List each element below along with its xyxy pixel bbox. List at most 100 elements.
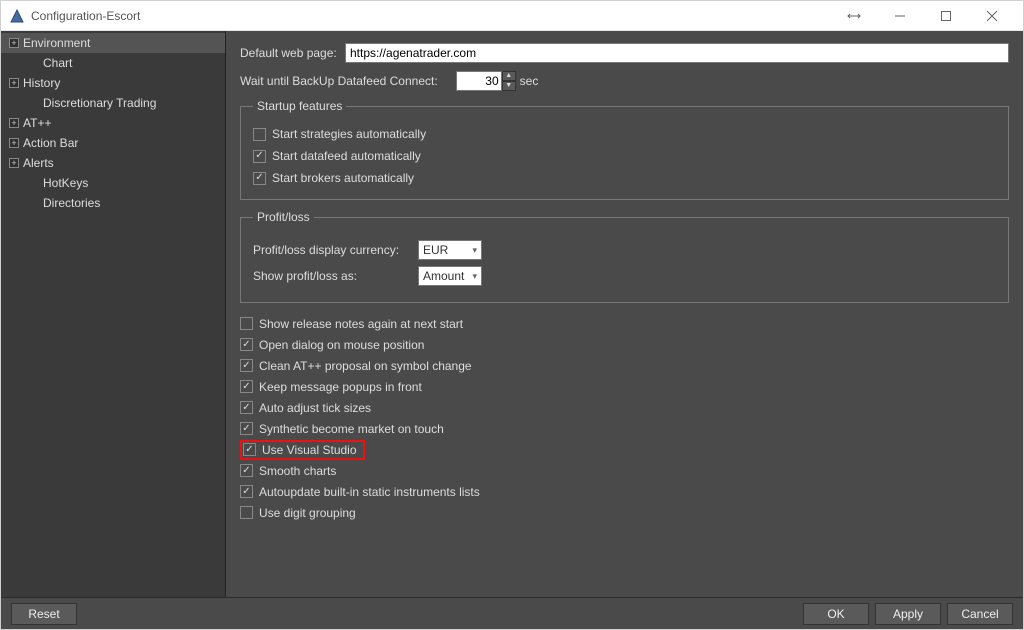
checkbox-label: Clean AT++ proposal on symbol change bbox=[259, 359, 472, 373]
checkbox[interactable] bbox=[240, 317, 253, 330]
tree-item-label: Action Bar bbox=[23, 136, 78, 150]
content-panel: Default web page: Wait until BackUp Data… bbox=[226, 31, 1023, 597]
wait-unit: sec bbox=[520, 74, 539, 88]
highlighted-option: Use Visual Studio bbox=[240, 440, 365, 460]
config-window: Configuration-Escort +Environment+Chart+… bbox=[0, 0, 1024, 630]
minimize-button[interactable] bbox=[877, 1, 923, 31]
option-row: Show release notes again at next start bbox=[240, 313, 1009, 334]
startup-fieldset: Startup features Start strategies automa… bbox=[240, 99, 1009, 200]
tree-item-chart[interactable]: +Chart bbox=[1, 53, 225, 73]
spin-up-icon[interactable]: ▲ bbox=[502, 71, 516, 81]
checkbox[interactable] bbox=[240, 338, 253, 351]
nav-tree: +Environment+Chart+History+Discretionary… bbox=[1, 31, 226, 597]
profitloss-fieldset: Profit/loss Profit/loss display currency… bbox=[240, 210, 1009, 303]
window-body: +Environment+Chart+History+Discretionary… bbox=[1, 31, 1023, 597]
chevron-down-icon: ▾ bbox=[472, 245, 477, 256]
tree-item-environment[interactable]: + Environment bbox=[1, 33, 225, 53]
resize-icon[interactable] bbox=[831, 1, 877, 31]
close-button[interactable] bbox=[969, 1, 1015, 31]
option-row: Open dialog on mouse position bbox=[240, 334, 1009, 355]
checkbox-label: Smooth charts bbox=[259, 464, 336, 478]
tree-item-hotkeys[interactable]: +HotKeys bbox=[1, 173, 225, 193]
option-row: Synthetic become market on touch bbox=[240, 418, 1009, 439]
checkbox-label: Auto adjust tick sizes bbox=[259, 401, 371, 415]
wait-label: Wait until BackUp Datafeed Connect: bbox=[240, 74, 438, 88]
pl-currency-value: EUR bbox=[423, 243, 448, 257]
chevron-down-icon: ▾ bbox=[472, 271, 477, 282]
tree-item-label: Discretionary Trading bbox=[43, 96, 156, 110]
startup-option: Start strategies automatically bbox=[253, 123, 996, 145]
checkbox[interactable] bbox=[240, 422, 253, 435]
tree-expander-icon[interactable]: + bbox=[9, 78, 19, 88]
reset-button[interactable]: Reset bbox=[11, 603, 77, 625]
wait-input[interactable] bbox=[456, 71, 502, 91]
option-row: Use digit grouping bbox=[240, 502, 1009, 523]
checkbox[interactable] bbox=[240, 485, 253, 498]
wait-row: Wait until BackUp Datafeed Connect: ▲ ▼ … bbox=[240, 71, 1009, 91]
window-title: Configuration-Escort bbox=[31, 9, 140, 23]
tree-item-label: History bbox=[23, 76, 60, 90]
pl-currency-label: Profit/loss display currency: bbox=[253, 243, 418, 257]
startup-legend: Startup features bbox=[253, 99, 346, 113]
checkbox[interactable] bbox=[253, 172, 266, 185]
apply-button[interactable]: Apply bbox=[875, 603, 941, 625]
checkbox-label: Start strategies automatically bbox=[272, 127, 426, 141]
checkbox[interactable] bbox=[240, 401, 253, 414]
default-web-label: Default web page: bbox=[240, 46, 345, 60]
option-row: Smooth charts bbox=[240, 460, 1009, 481]
tree-expander-icon[interactable]: + bbox=[9, 158, 19, 168]
checkbox-label: Use Visual Studio bbox=[262, 443, 357, 457]
option-row: Keep message popups in front bbox=[240, 376, 1009, 397]
pl-currency-select[interactable]: EUR ▾ bbox=[418, 240, 482, 260]
checkbox[interactable] bbox=[253, 150, 266, 163]
pl-showas-select[interactable]: Amount ▾ bbox=[418, 266, 482, 286]
checkbox[interactable] bbox=[240, 380, 253, 393]
tree-item-label: Alerts bbox=[23, 156, 54, 170]
checkbox-label: Show release notes again at next start bbox=[259, 317, 463, 331]
spinner-buttons[interactable]: ▲ ▼ bbox=[502, 71, 516, 91]
spin-down-icon[interactable]: ▼ bbox=[502, 81, 516, 91]
tree-item-action-bar[interactable]: + Action Bar bbox=[1, 133, 225, 153]
option-row: Auto adjust tick sizes bbox=[240, 397, 1009, 418]
tree-item-label: Chart bbox=[43, 56, 72, 70]
checkbox-label: Start datafeed automatically bbox=[272, 149, 421, 163]
footer: Reset OK Apply Cancel bbox=[1, 597, 1023, 629]
checkbox-label: Use digit grouping bbox=[259, 506, 356, 520]
default-web-row: Default web page: bbox=[240, 43, 1009, 63]
startup-option: Start datafeed automatically bbox=[253, 145, 996, 167]
tree-expander-icon[interactable]: + bbox=[9, 138, 19, 148]
checkbox-label: Synthetic become market on touch bbox=[259, 422, 444, 436]
tree-item-label: Directories bbox=[43, 196, 100, 210]
profitloss-legend: Profit/loss bbox=[253, 210, 314, 224]
wait-spinner[interactable]: ▲ ▼ bbox=[456, 71, 516, 91]
checkbox-label: Open dialog on mouse position bbox=[259, 338, 424, 352]
checkbox-label: Start brokers automatically bbox=[272, 171, 414, 185]
options-list: Show release notes again at next start Op… bbox=[240, 313, 1009, 523]
checkbox[interactable] bbox=[243, 443, 256, 456]
tree-item-alerts[interactable]: + Alerts bbox=[1, 153, 225, 173]
tree-item-label: Environment bbox=[23, 36, 90, 50]
tree-expander-icon[interactable]: + bbox=[9, 38, 19, 48]
checkbox-label: Keep message popups in front bbox=[259, 380, 422, 394]
ok-button[interactable]: OK bbox=[803, 603, 869, 625]
tree-item-at-[interactable]: + AT++ bbox=[1, 113, 225, 133]
checkbox-label: Autoupdate built-in static instruments l… bbox=[259, 485, 480, 499]
option-row: Clean AT++ proposal on symbol change bbox=[240, 355, 1009, 376]
checkbox[interactable] bbox=[240, 506, 253, 519]
tree-item-label: AT++ bbox=[23, 116, 51, 130]
cancel-button[interactable]: Cancel bbox=[947, 603, 1013, 625]
tree-item-directories[interactable]: +Directories bbox=[1, 193, 225, 213]
checkbox[interactable] bbox=[253, 128, 266, 141]
tree-item-history[interactable]: + History bbox=[1, 73, 225, 93]
checkbox[interactable] bbox=[240, 464, 253, 477]
tree-item-label: HotKeys bbox=[43, 176, 88, 190]
option-row: Use Visual Studio bbox=[240, 439, 1009, 460]
titlebar: Configuration-Escort bbox=[1, 1, 1023, 31]
pl-showas-value: Amount bbox=[423, 269, 464, 283]
tree-item-discretionary-trading[interactable]: +Discretionary Trading bbox=[1, 93, 225, 113]
option-row: Autoupdate built-in static instruments l… bbox=[240, 481, 1009, 502]
checkbox[interactable] bbox=[240, 359, 253, 372]
default-web-input[interactable] bbox=[345, 43, 1009, 63]
maximize-button[interactable] bbox=[923, 1, 969, 31]
tree-expander-icon[interactable]: + bbox=[9, 118, 19, 128]
